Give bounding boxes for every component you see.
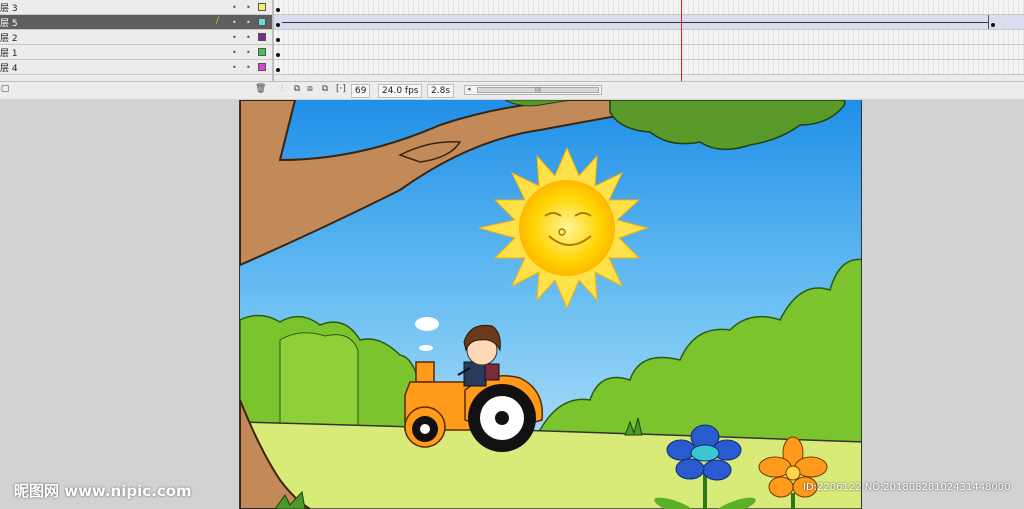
layer-color-swatch[interactable]: [258, 33, 266, 41]
layer-name: 层 2: [0, 34, 18, 44]
visibility-dot-icon[interactable]: •: [232, 3, 237, 12]
center-frame-icon[interactable]: ⫶: [277, 84, 287, 94]
timeline-scrollbar[interactable]: ◂ III: [464, 85, 602, 95]
motion-tween-line: [282, 22, 988, 23]
visibility-dot-icon[interactable]: •: [232, 33, 237, 42]
trash-icon[interactable]: 🗑: [255, 84, 266, 94]
watermark-logo: 昵图网 www.nipic.com: [14, 482, 192, 500]
scroll-left-icon[interactable]: ◂: [467, 85, 471, 93]
lock-dot-icon[interactable]: •: [246, 48, 251, 57]
frame-track-layer-5[interactable]: [274, 15, 1024, 30]
frame-rate-field[interactable]: 24.0 fps: [378, 84, 423, 98]
frame-track-layer-1[interactable]: [274, 45, 1024, 60]
frame-track-layer-3[interactable]: [274, 0, 1024, 15]
frame-track-layer-4[interactable]: [274, 60, 1024, 75]
layer-row-5[interactable]: 层 5 / • •: [0, 15, 272, 30]
bush-left-2: [279, 332, 359, 431]
layer-row-3[interactable]: 层 3 • •: [0, 0, 272, 15]
layer-name: 层 4: [0, 64, 18, 74]
playhead[interactable]: [681, 0, 682, 81]
pencil-icon: /: [216, 16, 220, 26]
watermark-id: ID:2206122 NO:20180828102431448000: [803, 482, 1011, 493]
layer-row-1[interactable]: 层 1 • •: [0, 45, 272, 60]
visibility-dot-icon[interactable]: •: [232, 18, 237, 27]
frame-track-layer-2[interactable]: [274, 30, 1024, 45]
smoke-puff: [419, 345, 433, 351]
layer-row-2[interactable]: 层 2 • •: [0, 30, 272, 45]
keyframe[interactable]: [276, 8, 280, 12]
lock-dot-icon[interactable]: •: [246, 3, 251, 12]
visibility-dot-icon[interactable]: •: [232, 48, 237, 57]
keyframe[interactable]: [276, 23, 280, 27]
visibility-dot-icon[interactable]: •: [232, 63, 237, 72]
layer-name: 层 1: [0, 49, 18, 59]
timeline-panel: 层 3 • • 层 5 / • • 层 2 • • 层 1 • • 层 4 • …: [0, 0, 1024, 99]
onion-outline-icon[interactable]: ⧈: [305, 84, 315, 94]
onion-skin-icon[interactable]: ⧉: [292, 84, 302, 94]
layer-name: 层 3: [0, 4, 18, 14]
stage-canvas[interactable]: [239, 100, 862, 509]
layer-color-swatch[interactable]: [258, 48, 266, 56]
lock-dot-icon[interactable]: •: [246, 33, 251, 42]
end-frame-marker: [988, 15, 989, 29]
layer-color-swatch[interactable]: [258, 18, 266, 26]
smoke-puff: [415, 317, 439, 331]
keyframe[interactable]: [276, 68, 280, 72]
current-frame-field[interactable]: 69: [351, 84, 371, 98]
layer-name: 层 5: [0, 19, 18, 29]
scrollbar-thumb[interactable]: III: [477, 87, 599, 94]
timeline-status-bar: ▢ 🗑 ⫶ ⧉ ⧈ ⧉ [·] 69 24.0 fps 2.8s ◂ III: [0, 81, 1024, 99]
lock-dot-icon[interactable]: •: [246, 18, 251, 27]
end-keyframe[interactable]: [991, 23, 995, 27]
elapsed-time-field: 2.8s: [427, 84, 455, 98]
edit-multiple-frames-icon[interactable]: ⧉: [320, 84, 330, 94]
layer-color-swatch[interactable]: [258, 3, 266, 11]
modify-markers-icon[interactable]: [·]: [336, 84, 346, 94]
layer-row-4[interactable]: 层 4 • •: [0, 60, 272, 75]
layer-color-swatch[interactable]: [258, 63, 266, 71]
new-layer-icon[interactable]: ▢: [0, 84, 10, 94]
lock-dot-icon[interactable]: •: [246, 63, 251, 72]
keyframe[interactable]: [276, 38, 280, 42]
keyframe[interactable]: [276, 53, 280, 57]
